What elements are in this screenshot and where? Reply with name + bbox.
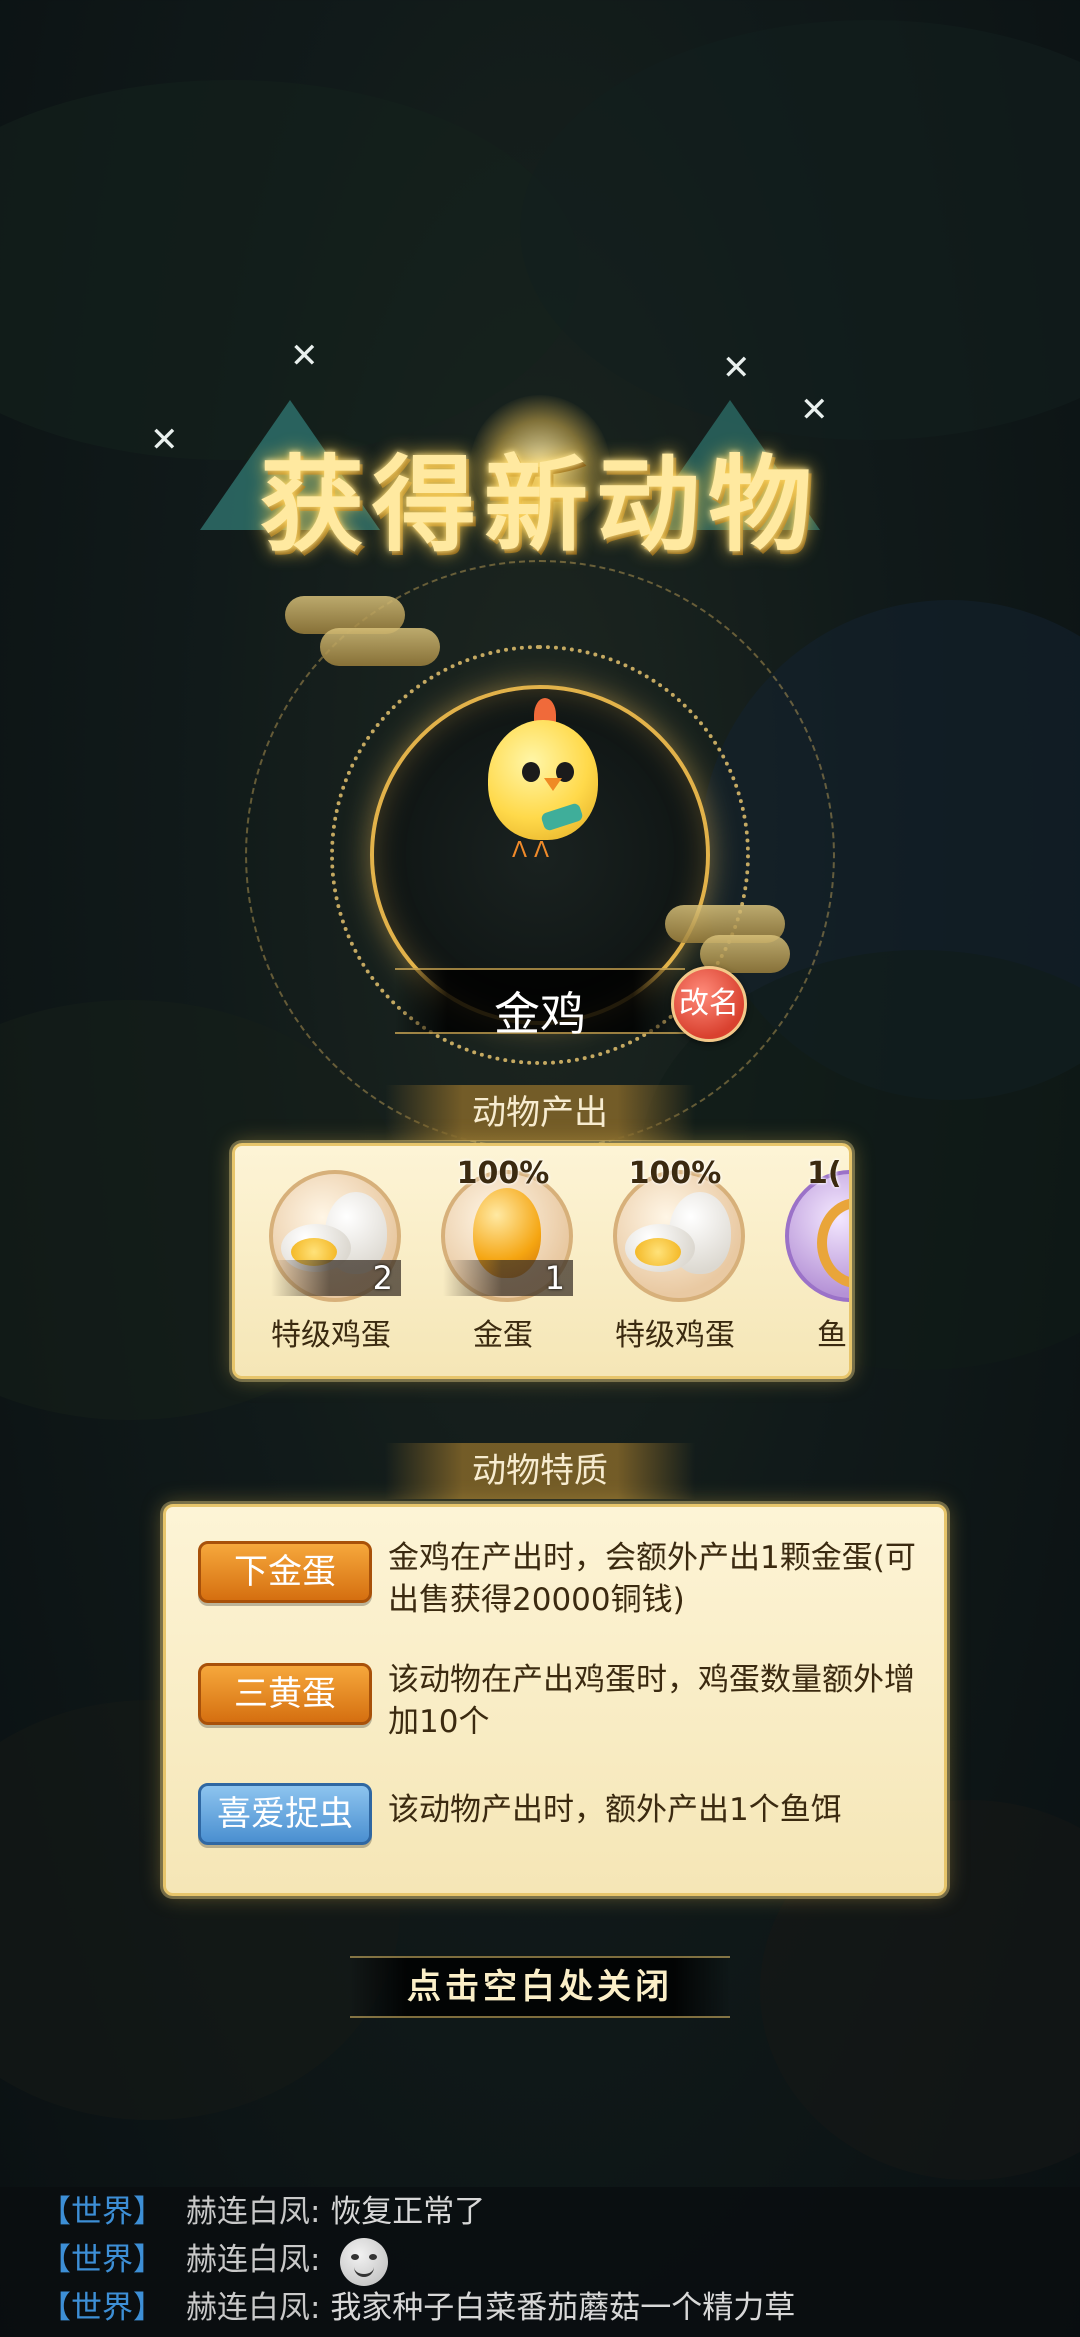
produce-header: 动物产出 xyxy=(385,1085,695,1141)
chat-channel[interactable]: 【世界】 xyxy=(40,2242,164,2278)
traits-header: 动物特质 xyxy=(385,1443,695,1499)
trait-badge[interactable]: 喜爱捉虫 xyxy=(198,1783,372,1845)
chat-message: 【世界】 赫连白凤: xyxy=(40,2237,389,2286)
product-label: 特级鸡蛋 xyxy=(271,1318,391,1353)
product-count: 2 xyxy=(372,1259,393,1297)
golden-chicken-image: ᐱ ᐱ xyxy=(482,690,602,880)
chat-username[interactable]: 赫连白凤: xyxy=(186,2194,320,2230)
trait-description: 该动物在产出鸡蛋时，鸡蛋数量额外增加10个 xyxy=(388,1662,915,1740)
trait-badge[interactable]: 三黄蛋 xyxy=(198,1663,372,1725)
close-hint[interactable]: 点击空白处关闭 xyxy=(350,1956,730,2018)
chat-channel[interactable]: 【世界】 xyxy=(40,2290,164,2326)
trait-description: 金鸡在产出时，会额外产出1颗金蛋(可出售获得20000铜钱) xyxy=(388,1540,916,1618)
product-label: 金蛋 xyxy=(473,1318,533,1353)
product-count: 1 xyxy=(544,1259,565,1297)
traits-panel: 下金蛋 金鸡在产出时，会额外产出1颗金蛋(可出售获得20000铜钱) 三黄蛋 该… xyxy=(163,1504,947,1896)
trait-description: 该动物产出时，额外产出1个鱼饵 xyxy=(388,1792,842,1828)
page-title: 获得新动物 xyxy=(259,443,820,566)
cloud-decoration xyxy=(320,628,440,666)
rename-button[interactable]: 改名 xyxy=(671,966,747,1042)
product-item[interactable]: 2 特级鸡蛋 xyxy=(251,1160,411,1370)
product-label: 特级鸡蛋 xyxy=(615,1318,735,1353)
trait-badge[interactable]: 下金蛋 xyxy=(198,1541,372,1603)
animal-name-bar: 金鸡 xyxy=(395,968,685,1041)
swallow-icon: ✕ xyxy=(290,336,319,376)
product-item[interactable]: 100% 1 金蛋 xyxy=(423,1156,583,1370)
chat-username[interactable]: 赫连白凤: xyxy=(186,2290,320,2326)
produce-list[interactable]: 2 特级鸡蛋 100% 1 金蛋 100% 特级鸡蛋 1( 鱼 xyxy=(232,1143,852,1379)
chat-message: 【世界】 赫连白凤: 我家种子白菜番茄蘑菇一个精力草 xyxy=(40,2285,795,2331)
product-percent: 100% xyxy=(628,1156,722,1191)
product-item[interactable]: 1( 鱼 xyxy=(767,1156,849,1370)
product-item[interactable]: 100% 特级鸡蛋 xyxy=(595,1156,755,1370)
swallow-icon: ✕ xyxy=(722,348,751,388)
chat-channel[interactable]: 【世界】 xyxy=(40,2194,164,2230)
chat-text: 我家种子白菜番茄蘑菇一个精力草 xyxy=(330,2290,796,2326)
product-label: 鱼 xyxy=(817,1318,847,1353)
title-banner: ✕ ✕ ✕ ✕ 获得新动物 xyxy=(150,330,910,580)
product-percent: 100% xyxy=(456,1156,550,1191)
chat-text: 恢复正常了 xyxy=(330,2194,486,2230)
product-percent: 1( xyxy=(807,1156,842,1191)
smiley-emoji-icon xyxy=(340,2237,389,2286)
world-chat[interactable]: 【世界】 赫连白凤: 恢复正常了 【世界】 赫连白凤: 【世界】 赫连白凤: 我家种子… xyxy=(0,2187,1080,2337)
chat-username[interactable]: 赫连白凤: xyxy=(186,2242,320,2278)
animal-name: 金鸡 xyxy=(494,987,586,1041)
chat-message: 【世界】 赫连白凤: 恢复正常了 xyxy=(40,2189,485,2235)
